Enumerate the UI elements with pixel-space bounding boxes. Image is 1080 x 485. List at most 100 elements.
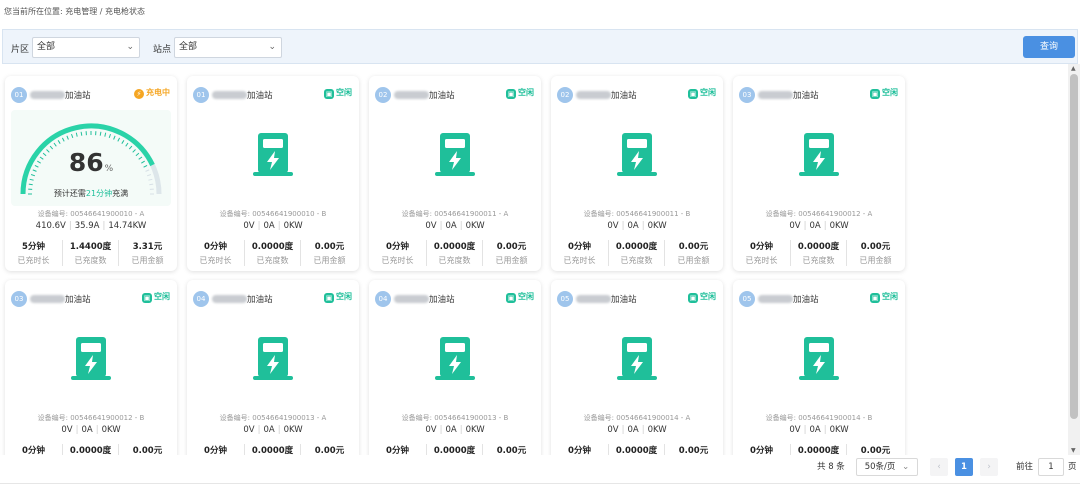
amount-label: 已用金额 bbox=[677, 256, 710, 265]
idle-icon: ▣ bbox=[324, 89, 334, 99]
duration-label: 已充时长 bbox=[381, 256, 414, 265]
page-size-value: 50条/页 bbox=[864, 462, 896, 472]
duration-value: 0分钟 bbox=[386, 242, 409, 252]
power: 0KW bbox=[465, 425, 485, 435]
energy-value: 0.0000度 bbox=[69, 446, 112, 455]
voltage: 0V bbox=[607, 425, 619, 435]
page-size-select[interactable]: 50条/页 ⌄ bbox=[856, 458, 918, 476]
current: 0A bbox=[263, 425, 275, 435]
duration-label: 已充时长 bbox=[745, 256, 778, 265]
charging-pile-icon bbox=[614, 131, 660, 179]
station-name: 加油站 bbox=[65, 91, 91, 101]
filter-bar: 片区 全部 ⌄ 站点 全部 ⌄ 查询 bbox=[2, 29, 1078, 64]
amount-value: 0.00元 bbox=[678, 242, 709, 252]
scrollbar-thumb[interactable] bbox=[1070, 74, 1078, 419]
voltage: 0V bbox=[789, 425, 801, 435]
gun-number-badge: 01 bbox=[193, 87, 209, 103]
status-badge: ▣ 空闲 bbox=[688, 88, 716, 99]
idle-icon: ▣ bbox=[506, 89, 516, 99]
next-page-button[interactable]: › bbox=[980, 458, 998, 476]
station-select-value: 全部 bbox=[179, 42, 198, 52]
charger-card-grid: 01 加油站 ⚡ 充电中 86% 预计还需21分钟充满 设备编号: 005466419000… bbox=[0, 72, 1068, 455]
charging-pile-icon bbox=[432, 335, 478, 383]
area-select[interactable]: 全部 ⌄ bbox=[32, 37, 140, 58]
current: 0A bbox=[809, 221, 821, 231]
station-select[interactable]: 全部 ⌄ bbox=[174, 37, 282, 58]
status-badge: ▣ 空闲 bbox=[142, 292, 170, 303]
current-page-button[interactable]: 1 bbox=[955, 458, 973, 476]
device-number: 设备编号: 00546641900014 - A bbox=[583, 414, 691, 422]
goto-label: 前往 bbox=[1016, 462, 1034, 472]
electrical-readout: 0V | 0A | 0KW bbox=[243, 221, 303, 231]
charge-stats: 0分钟已充时长0.0000度已充度数0.00元已用金额 bbox=[551, 444, 723, 455]
station-name: 加油站 bbox=[611, 295, 637, 305]
current: 0A bbox=[263, 221, 275, 231]
charging-pile-icon bbox=[68, 335, 114, 383]
redacted-station-name bbox=[212, 295, 247, 303]
current: 0A bbox=[627, 221, 639, 231]
energy-label: 已充度数 bbox=[620, 256, 653, 265]
scroll-down-icon[interactable]: ▼ bbox=[1071, 447, 1076, 454]
charger-card[interactable]: 04 加油站 ▣ 空闲 设备编号: 00546641900013 - B 0V | 0A | 0K… bbox=[369, 280, 541, 455]
goto-page-input[interactable]: 1 bbox=[1038, 458, 1064, 476]
electrical-readout: 0V | 0A | 0KW bbox=[425, 221, 485, 231]
vertical-scrollbar[interactable]: ▲ ▼ bbox=[1068, 64, 1080, 455]
prev-page-button[interactable]: ‹ bbox=[930, 458, 948, 476]
charger-card[interactable]: 02 加油站 ▣ 空闲 设备编号: 00546641900011 - A 0V | 0A | 0K… bbox=[369, 76, 541, 271]
current: 0A bbox=[627, 425, 639, 435]
device-number: 设备编号: 00546641900010 - A bbox=[37, 210, 145, 218]
gun-number-badge: 02 bbox=[557, 87, 573, 103]
charger-card[interactable]: 01 加油站 ⚡ 充电中 86% 预计还需21分钟充满 设备编号: 005466419000… bbox=[5, 76, 177, 271]
energy-value: 0.0000度 bbox=[797, 242, 840, 252]
chevron-down-icon: ⌄ bbox=[268, 42, 276, 52]
energy-value: 0.0000度 bbox=[251, 446, 294, 455]
station-name: 加油站 bbox=[793, 295, 819, 305]
charging-pile-icon bbox=[250, 335, 296, 383]
query-button[interactable]: 查询 bbox=[1023, 36, 1075, 58]
percent-unit: % bbox=[104, 164, 114, 174]
charging-pile-icon bbox=[796, 335, 842, 383]
device-number: 设备编号: 00546641900011 - A bbox=[401, 210, 509, 218]
energy-label: 已充度数 bbox=[74, 256, 107, 265]
charge-stats: 0分钟已充时长0.0000度已充度数0.00元已用金额 bbox=[369, 240, 541, 268]
idle-icon: ▣ bbox=[688, 89, 698, 99]
idle-icon: ▣ bbox=[870, 293, 880, 303]
scroll-up-icon[interactable]: ▲ bbox=[1071, 65, 1076, 72]
status-badge: ▣ 空闲 bbox=[870, 292, 898, 303]
device-number: 设备编号: 00546641900013 - A bbox=[219, 414, 327, 422]
amount-value: 0.00元 bbox=[860, 446, 891, 455]
charger-card[interactable]: 01 加油站 ▣ 空闲 设备编号: 00546641900010 - B 0V | 0A | 0K… bbox=[187, 76, 359, 271]
power: 0KW bbox=[101, 425, 121, 435]
energy-value: 0.0000度 bbox=[615, 446, 658, 455]
device-number: 设备编号: 00546641900011 - B bbox=[583, 210, 691, 218]
charger-card[interactable]: 05 加油站 ▣ 空闲 设备编号: 00546641900014 - A 0V | 0A | 0K… bbox=[551, 280, 723, 455]
duration-value: 0分钟 bbox=[204, 242, 227, 252]
station-name: 加油站 bbox=[793, 91, 819, 101]
page-suffix: 页 bbox=[1068, 462, 1077, 472]
power: 0KW bbox=[283, 221, 303, 231]
charge-stats: 0分钟已充时长0.0000度已充度数0.00元已用金额 bbox=[551, 240, 723, 268]
energy-value: 0.0000度 bbox=[615, 242, 658, 252]
power: 0KW bbox=[465, 221, 485, 231]
charger-card[interactable]: 03 加油站 ▣ 空闲 设备编号: 00546641900012 - B 0V | 0A | 0K… bbox=[5, 280, 177, 455]
redacted-station-name bbox=[394, 91, 429, 99]
charger-card[interactable]: 05 加油站 ▣ 空闲 设备编号: 00546641900014 - B 0V | 0A | 0K… bbox=[733, 280, 905, 455]
charge-stats: 0分钟已充时长0.0000度已充度数0.00元已用金额 bbox=[733, 444, 905, 455]
status-badge: ▣ 空闲 bbox=[688, 292, 716, 303]
station-name: 加油站 bbox=[65, 295, 91, 305]
power: 14.74KW bbox=[108, 221, 147, 231]
idle-icon: ▣ bbox=[142, 293, 152, 303]
voltage: 410.6V bbox=[35, 221, 66, 231]
redacted-station-name bbox=[30, 91, 65, 99]
charger-card[interactable]: 04 加油站 ▣ 空闲 设备编号: 00546641900013 - A 0V | 0A | 0K… bbox=[187, 280, 359, 455]
charger-card[interactable]: 02 加油站 ▣ 空闲 设备编号: 00546641900011 - B 0V | 0A | 0K… bbox=[551, 76, 723, 271]
chevron-down-icon: ⌄ bbox=[902, 462, 910, 472]
current: 0A bbox=[81, 425, 93, 435]
device-number: 设备编号: 00546641900012 - B bbox=[37, 414, 145, 422]
energy-value: 1.4400度 bbox=[69, 242, 112, 252]
voltage: 0V bbox=[243, 425, 255, 435]
electrical-readout: 0V | 0A | 0KW bbox=[789, 221, 849, 231]
charger-card[interactable]: 03 加油站 ▣ 空闲 设备编号: 00546641900012 - A 0V | 0A | 0K… bbox=[733, 76, 905, 271]
status-badge: ▣ 空闲 bbox=[506, 88, 534, 99]
pagination-total: 共 8 条 bbox=[817, 462, 845, 472]
